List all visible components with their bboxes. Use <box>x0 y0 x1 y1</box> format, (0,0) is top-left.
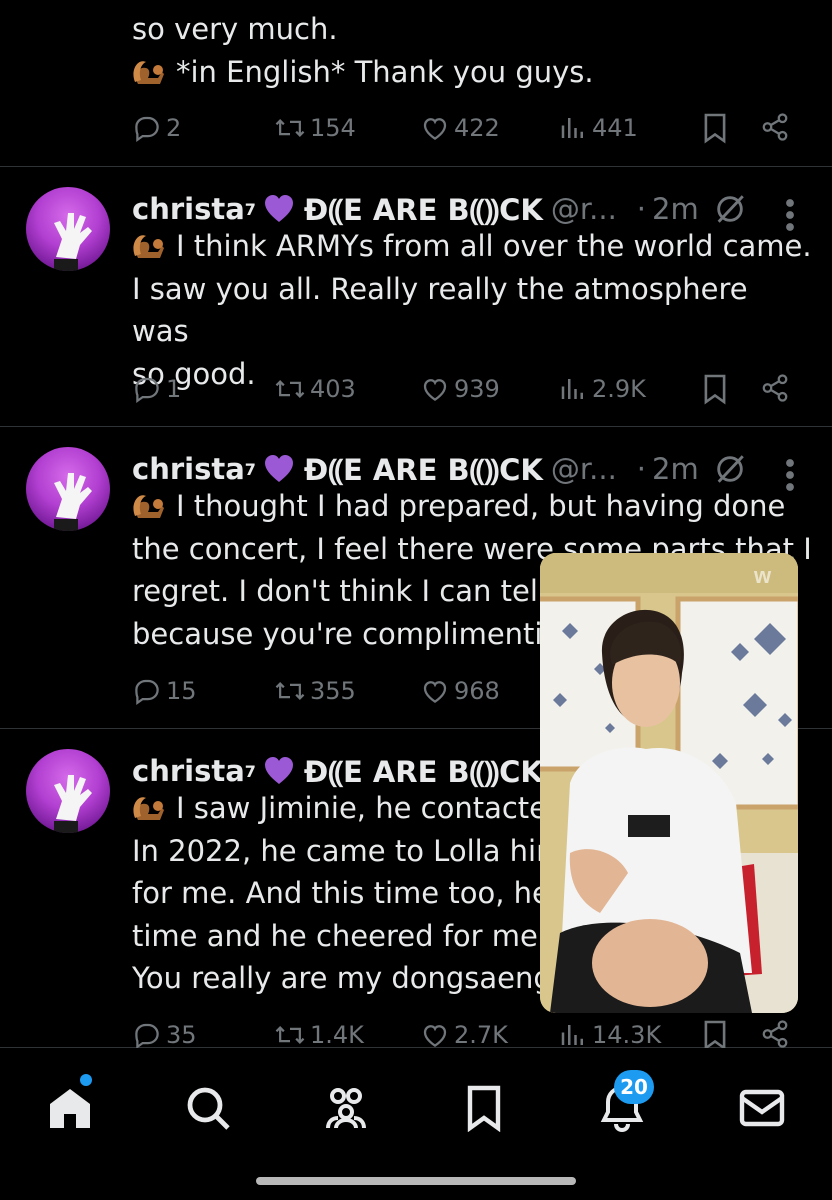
tweet-line: I thought I had prepared, but having don… <box>176 489 786 523</box>
purple-heart-emoji <box>264 757 293 784</box>
repost-button[interactable]: 403 <box>274 369 356 409</box>
bookmark-icon[interactable] <box>702 112 728 144</box>
reply-count: 15 <box>166 677 197 705</box>
author-name[interactable]: christa <box>132 754 245 788</box>
author-handle[interactable]: @r... <box>551 192 617 226</box>
squirrel-emoji <box>133 495 164 518</box>
like-icon <box>423 681 447 703</box>
squirrel-emoji <box>133 60 164 84</box>
repost-count: 1.4K <box>310 1021 364 1049</box>
author-name[interactable]: christa <box>132 452 245 486</box>
new-posts-indicator <box>80 1074 92 1086</box>
reply-count: 1 <box>166 375 182 403</box>
repost-icon <box>275 119 305 137</box>
like-count: 2.7K <box>454 1021 508 1049</box>
timestamp[interactable]: 2m <box>652 192 699 226</box>
tweet-line: *in English* Thank you guys. <box>176 54 594 89</box>
tweet-line: so very much. <box>132 12 338 46</box>
reply-count: 2 <box>166 114 182 142</box>
home-indicator[interactable] <box>256 1177 576 1185</box>
like-button[interactable]: 939 <box>420 369 500 409</box>
author-banner: Đ⸨E ARE B⸨⸩CK <box>303 452 543 487</box>
reply-icon <box>135 377 159 404</box>
reply-button[interactable]: 1 <box>132 369 181 409</box>
share-icon[interactable] <box>760 373 790 403</box>
views-icon <box>561 1025 583 1045</box>
repost-count: 355 <box>310 677 356 705</box>
repost-icon <box>275 682 305 700</box>
repost-icon <box>275 380 305 398</box>
author-name[interactable]: christa <box>132 192 245 226</box>
like-icon <box>423 379 447 401</box>
reply-icon <box>135 679 159 706</box>
avatar-hand-icon <box>54 213 92 271</box>
views-icon <box>561 379 583 399</box>
squirrel-emoji <box>133 797 164 820</box>
reply-button[interactable]: 2 <box>132 108 181 148</box>
bookmark-icon[interactable] <box>702 1019 728 1051</box>
avatar[interactable] <box>26 447 110 531</box>
bookmark-icon[interactable] <box>702 373 728 405</box>
views-count: 441 <box>592 114 638 142</box>
reply-icon <box>135 116 159 143</box>
like-icon <box>423 1025 447 1047</box>
reply-icon <box>135 1023 159 1050</box>
avatar[interactable] <box>26 749 110 833</box>
views-count: 2.9K <box>592 375 646 403</box>
views-icon <box>561 118 583 138</box>
avatar-hand-icon <box>54 775 92 833</box>
search-icon[interactable] <box>184 1084 232 1132</box>
share-icon[interactable] <box>760 1019 790 1049</box>
like-count: 939 <box>454 375 500 403</box>
author-banner: Đ⸨E ARE B⸨⸩CK <box>303 192 543 227</box>
repost-count: 403 <box>310 375 356 403</box>
like-button[interactable]: 422 <box>420 108 500 148</box>
reply-button[interactable]: 15 <box>132 671 197 711</box>
reply-count: 35 <box>166 1021 197 1049</box>
svg-text:w: w <box>753 563 772 588</box>
messages-icon[interactable] <box>738 1084 786 1132</box>
like-button[interactable]: 968 <box>420 671 500 711</box>
timestamp[interactable]: 2m <box>652 452 699 486</box>
grok-icon[interactable] <box>713 452 747 486</box>
notifications-badge: 20 <box>614 1070 654 1104</box>
communities-icon[interactable] <box>322 1084 370 1132</box>
author-banner: Đ⸨E ARE B⸨⸩CK <box>303 754 543 789</box>
avatar-hand-icon <box>54 473 92 531</box>
tweet-line: I saw Jiminie, he contacte <box>176 791 548 825</box>
like-count: 968 <box>454 677 500 705</box>
video-frame: w <box>540 553 798 1013</box>
share-icon[interactable] <box>760 112 790 142</box>
author-name-sup: 7 <box>244 761 256 781</box>
tweet-line: I think ARMYs from all over the world ca… <box>176 229 812 263</box>
like-count: 422 <box>454 114 500 142</box>
like-icon <box>423 118 447 140</box>
tweet[interactable]: christa 7 Đ⸨E ARE B⸨⸩CK @r... · 2m I thin… <box>0 167 832 427</box>
purple-heart-emoji <box>264 195 293 222</box>
repost-button[interactable]: 154 <box>274 108 356 148</box>
grok-icon[interactable] <box>713 192 747 226</box>
home-icon[interactable] <box>46 1084 94 1132</box>
purple-heart-emoji <box>264 455 293 482</box>
pip-video-player[interactable]: w <box>540 553 798 1013</box>
views-count: 14.3K <box>592 1021 662 1049</box>
views-button[interactable]: 441 <box>558 108 638 148</box>
avatar[interactable] <box>26 187 110 271</box>
author-name-sup: 7 <box>244 459 256 479</box>
repost-count: 154 <box>310 114 356 142</box>
tweet-partial-top[interactable]: so very much. *in English* Thank you guy… <box>0 0 832 167</box>
views-button[interactable]: 2.9K <box>558 369 646 409</box>
squirrel-emoji <box>133 235 164 258</box>
repost-icon <box>275 1026 305 1044</box>
repost-button[interactable]: 355 <box>274 671 356 711</box>
author-handle[interactable]: @r... <box>551 452 617 486</box>
author-name-sup: 7 <box>244 199 256 219</box>
tweet-line: I saw you all. Really really the atmosph… <box>132 271 748 349</box>
bookmarks-icon[interactable] <box>460 1084 508 1132</box>
